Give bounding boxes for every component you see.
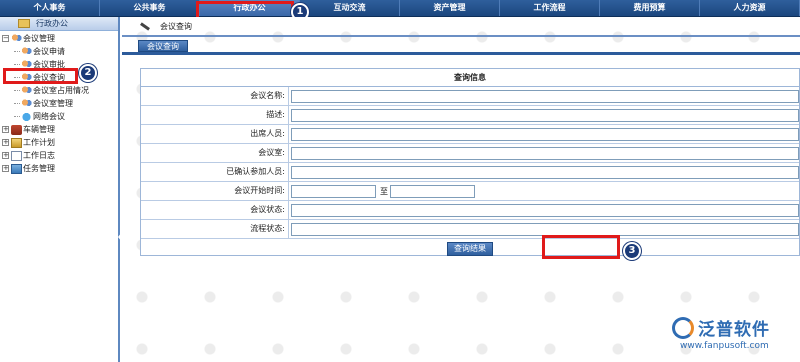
field-label: 会议开始时间: bbox=[141, 182, 289, 200]
workflow-status-input[interactable] bbox=[291, 222, 799, 236]
form-row: 描述: bbox=[141, 106, 799, 125]
expand-icon[interactable]: + bbox=[2, 126, 9, 133]
field-label: 已确认参加人员: bbox=[141, 163, 289, 181]
nav-personal-affairs[interactable]: 个人事务 bbox=[0, 0, 100, 16]
field-label: 会议名称: bbox=[141, 87, 289, 105]
tree-connector bbox=[14, 116, 20, 117]
tree-item-meeting-apply[interactable]: 会议申请 bbox=[0, 45, 118, 58]
description-input[interactable] bbox=[291, 108, 799, 122]
confirmed-attendees-input[interactable] bbox=[291, 165, 799, 179]
start-time-to-input[interactable] bbox=[390, 184, 475, 198]
attendees-input[interactable] bbox=[291, 127, 799, 141]
users-icon bbox=[21, 46, 32, 57]
nav-hr[interactable]: 人力资源 bbox=[700, 0, 800, 16]
tree-item-task-management[interactable]: + 任务管理 bbox=[0, 162, 118, 175]
tree-item-label: 会议室管理 bbox=[33, 99, 73, 108]
breadcrumb: 会议查询 bbox=[122, 17, 800, 37]
tree-item-label: 网络会议 bbox=[33, 112, 65, 121]
tree-connector bbox=[14, 64, 20, 65]
nav-budget[interactable]: 费用预算 bbox=[600, 0, 700, 16]
start-time-from-input[interactable] bbox=[291, 184, 376, 198]
tab-bar: 会议查询 bbox=[122, 37, 800, 55]
users-icon bbox=[21, 85, 32, 96]
form-row: 已确认参加人员: bbox=[141, 163, 799, 182]
collapse-icon[interactable]: − bbox=[2, 35, 9, 42]
plan-icon bbox=[11, 137, 22, 148]
field-label: 会议室: bbox=[141, 144, 289, 162]
meeting-status-input[interactable] bbox=[291, 203, 799, 217]
form-row: 会议开始时间: 至 bbox=[141, 182, 799, 201]
sidebar-header: 行政办公 bbox=[0, 17, 118, 31]
tree-item-label: 会议室占用情况 bbox=[33, 86, 89, 95]
form-row: 会议室: bbox=[141, 144, 799, 163]
nav-communication[interactable]: 互动交流 bbox=[300, 0, 400, 16]
highlight-box-button bbox=[542, 235, 620, 259]
breadcrumb-label: 会议查询 bbox=[160, 21, 192, 31]
field-label: 出席人员: bbox=[141, 125, 289, 143]
logo-brand-text: 泛普软件 bbox=[698, 320, 770, 340]
top-nav: 个人事务 公共事务 行政办公 互动交流 资产管理 工作流程 费用预算 人力资源 bbox=[0, 0, 800, 17]
tree-item-label: 车辆管理 bbox=[23, 125, 55, 134]
tree-item-label: 任务管理 bbox=[23, 164, 55, 173]
button-row: 查询结果 bbox=[141, 239, 799, 258]
date-range-separator: 至 bbox=[380, 186, 388, 196]
users-icon bbox=[21, 98, 32, 109]
form-row: 流程状态: bbox=[141, 220, 799, 239]
tree-connector bbox=[14, 103, 20, 104]
logo-url-text: www.fanpusoft.com bbox=[680, 341, 769, 351]
annotation-badge-3: 3 bbox=[623, 242, 641, 260]
field-label: 会议状态: bbox=[141, 201, 289, 219]
tree-item-room-management[interactable]: 会议室管理 bbox=[0, 97, 118, 110]
pencil-icon bbox=[140, 21, 150, 31]
form-row: 会议名称: bbox=[141, 87, 799, 106]
highlight-box-sidebar bbox=[3, 68, 78, 84]
form-row: 出席人员: bbox=[141, 125, 799, 144]
tree-item-work-plan[interactable]: + 工作计划 bbox=[0, 136, 118, 149]
brand-logo: 泛普软件 www.fanpusoft.com bbox=[672, 315, 800, 361]
tree-item-label: 工作日志 bbox=[23, 151, 55, 160]
logo-mark-icon bbox=[672, 317, 694, 339]
form-title: 查询信息 bbox=[141, 69, 799, 87]
folder-icon bbox=[18, 19, 30, 28]
users-icon bbox=[11, 33, 22, 44]
query-results-button[interactable]: 查询结果 bbox=[447, 241, 493, 256]
form-row: 会议状态: bbox=[141, 201, 799, 220]
field-label: 流程状态: bbox=[141, 220, 289, 238]
tree-item-work-log[interactable]: + 工作日志 bbox=[0, 149, 118, 162]
query-form: 查询信息 会议名称: 描述: 出席人员: 会议室: 已确认参加人员: 会议开始时… bbox=[140, 68, 800, 256]
tree-item-meeting-management[interactable]: − 会议管理 bbox=[0, 32, 118, 45]
tree-item-vehicle-management[interactable]: + 车辆管理 bbox=[0, 123, 118, 136]
tree-item-label: 会议申请 bbox=[33, 47, 65, 56]
log-icon bbox=[11, 150, 22, 161]
meeting-name-input[interactable] bbox=[291, 89, 799, 103]
expand-icon[interactable]: + bbox=[2, 139, 9, 146]
tree-item-label: 会议管理 bbox=[23, 34, 55, 43]
tree-connector bbox=[14, 90, 20, 91]
car-icon bbox=[11, 124, 22, 135]
sidebar-tree: − 会议管理 会议申请 会议审批 会议查询 会议室占用情况 会议室管理 网络会议… bbox=[0, 31, 118, 175]
nav-public-affairs[interactable]: 公共事务 bbox=[100, 0, 200, 16]
annotation-badge-2: 2 bbox=[79, 64, 97, 82]
nav-workflow[interactable]: 工作流程 bbox=[500, 0, 600, 16]
nav-asset-management[interactable]: 资产管理 bbox=[400, 0, 500, 16]
main-content: 会议查询 会议查询 查询信息 会议名称: 描述: 出席人员: 会议室: 已确认参… bbox=[122, 17, 800, 362]
network-icon bbox=[21, 111, 32, 122]
sidebar-header-label: 行政办公 bbox=[36, 19, 68, 28]
tree-item-label: 工作计划 bbox=[23, 138, 55, 147]
tree-connector bbox=[14, 51, 20, 52]
expand-icon[interactable]: + bbox=[2, 152, 9, 159]
task-icon bbox=[11, 163, 22, 174]
tree-item-room-occupancy[interactable]: 会议室占用情况 bbox=[0, 84, 118, 97]
tab-meeting-query[interactable]: 会议查询 bbox=[138, 40, 188, 52]
tree-item-online-meeting[interactable]: 网络会议 bbox=[0, 110, 118, 123]
field-label: 描述: bbox=[141, 106, 289, 124]
expand-icon[interactable]: + bbox=[2, 165, 9, 172]
meeting-room-input[interactable] bbox=[291, 146, 799, 160]
